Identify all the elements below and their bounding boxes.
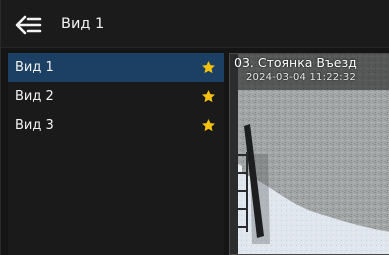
list-item-view-1[interactable]: Вид 1 xyxy=(8,53,224,82)
top-bar: Вид 1 xyxy=(1,0,389,48)
camera-timestamp: 2024-03-04 11:22:32 xyxy=(246,72,357,83)
star-icon[interactable] xyxy=(201,89,216,104)
list-item-label: Вид 3 xyxy=(15,117,54,133)
back-arrow-menu-icon xyxy=(15,15,42,35)
back-button[interactable] xyxy=(15,14,43,36)
list-item-label: Вид 2 xyxy=(15,88,54,104)
camera-video-frame xyxy=(230,54,389,254)
camera-feed-tile[interactable]: 03. Стоянка Въезд 2024-03-04 11:22:32 xyxy=(229,53,389,255)
list-item-label: Вид 1 xyxy=(15,59,54,75)
app-window: Вид 1 Вид 1 Вид 2 Вид 3 03. Стоянка Въез… xyxy=(0,0,389,255)
list-item-view-3[interactable]: Вид 3 xyxy=(8,111,224,140)
star-icon[interactable] xyxy=(201,118,216,133)
camera-name: 03. Стоянка Въезд xyxy=(234,55,357,70)
list-item-view-2[interactable]: Вид 2 xyxy=(8,82,224,111)
star-icon[interactable] xyxy=(201,60,216,75)
views-list: Вид 1 Вид 2 Вид 3 xyxy=(8,53,224,255)
page-title: Вид 1 xyxy=(61,16,105,32)
